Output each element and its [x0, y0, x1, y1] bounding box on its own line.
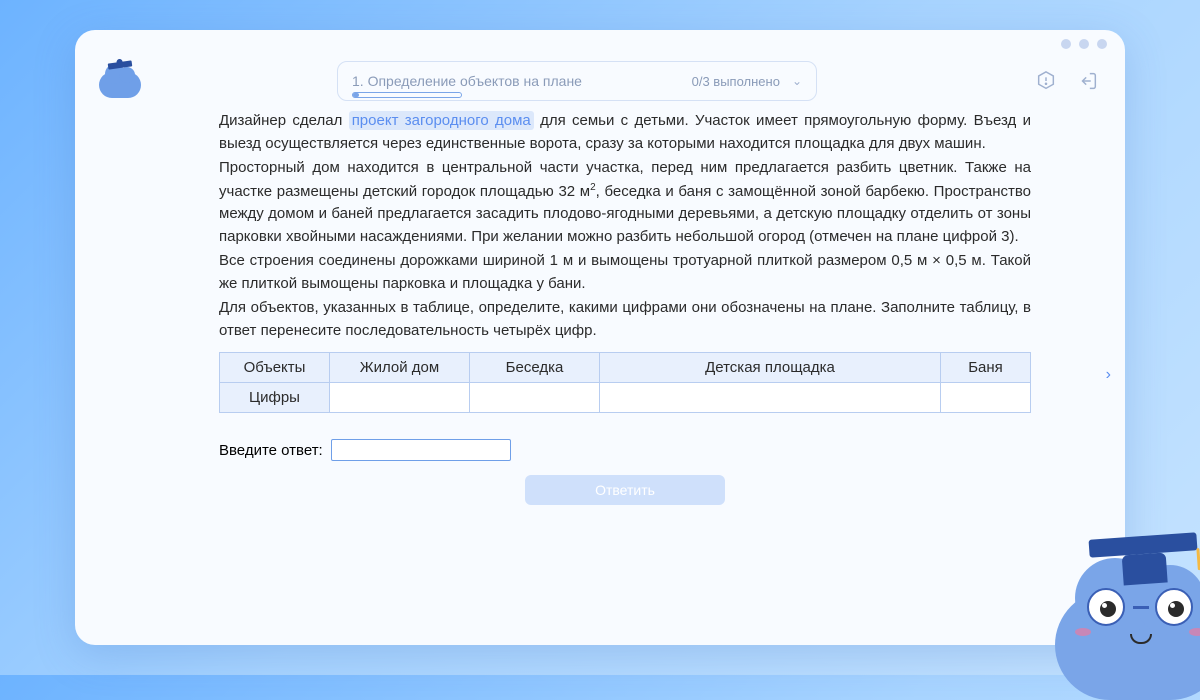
content-area: Дизайнер сделал проект загородного дома …	[75, 104, 1125, 645]
answer-label: Введите ответ:	[219, 442, 323, 459]
col-house: Жилой дом	[330, 353, 470, 383]
cell-bath	[941, 383, 1031, 413]
window-dot	[1061, 39, 1071, 49]
header-bar: 1. Определение объектов на плане 0/3 вып…	[75, 58, 1125, 104]
answer-input[interactable]	[331, 439, 511, 461]
answer-row: Введите ответ:	[219, 439, 1031, 461]
submit-button[interactable]: Ответить	[525, 475, 725, 505]
col-playground: Детская площадка	[600, 353, 941, 383]
col-gazebo: Беседка	[470, 353, 600, 383]
chevron-down-icon: ⌄	[792, 74, 802, 88]
row-digits-label: Цифры	[220, 383, 330, 413]
chevron-right-icon[interactable]: ›	[1106, 366, 1111, 384]
task-description: Дизайнер сделал проект загородного дома …	[219, 110, 1031, 342]
project-link[interactable]: проект загородного дома	[349, 111, 534, 130]
progress-bar	[352, 92, 462, 98]
window-dot	[1079, 39, 1089, 49]
report-icon[interactable]	[1033, 68, 1059, 94]
table-header-row: Объекты Жилой дом Беседка Детская площад…	[220, 353, 1031, 383]
exit-icon[interactable]	[1075, 68, 1101, 94]
mascot-icon	[1045, 540, 1200, 700]
cell-house	[330, 383, 470, 413]
window-titlebar	[75, 30, 1125, 58]
task-selector[interactable]: 1. Определение объектов на плане 0/3 вып…	[337, 61, 817, 101]
app-logo-icon	[99, 64, 141, 98]
text: Все строения соединены дорожками шириной…	[219, 250, 1031, 295]
task-title: 1. Определение объектов на плане	[352, 73, 680, 89]
task-progress-text: 0/3 выполнено	[692, 74, 780, 89]
objects-table: Объекты Жилой дом Беседка Детская площад…	[219, 352, 1031, 413]
cell-playground	[600, 383, 941, 413]
table-row: Цифры	[220, 383, 1031, 413]
app-window: 1. Определение объектов на плане 0/3 вып…	[75, 30, 1125, 645]
col-objects: Объекты	[220, 353, 330, 383]
cell-gazebo	[470, 383, 600, 413]
text: Для объектов, указанных в таблице, опред…	[219, 297, 1031, 342]
col-bath: Баня	[941, 353, 1031, 383]
text: Дизайнер сделал	[219, 112, 349, 129]
window-dot	[1097, 39, 1107, 49]
